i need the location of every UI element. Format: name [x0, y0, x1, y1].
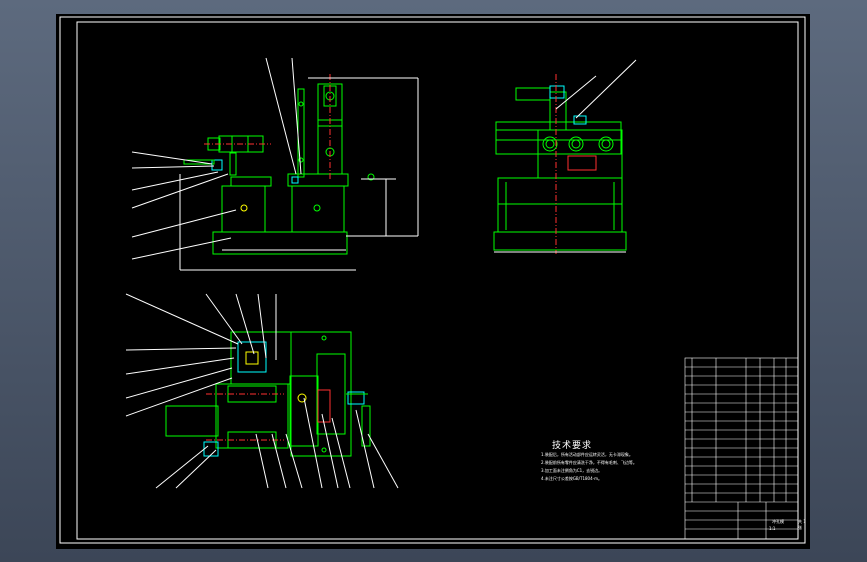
technical-requirements-title: 技术要求 — [552, 441, 593, 451]
technical-note: 4.未注尺寸公差按GB/T1804-m。 — [541, 476, 602, 481]
outer-frame — [59, 16, 806, 544]
right-block — [291, 185, 345, 233]
front-view — [131, 57, 419, 271]
base-plate — [212, 231, 348, 255]
title-block-sheet: 共 1 张 — [798, 519, 806, 530]
cad-viewport[interactable]: 技术要求 1.装配后，所有活动部件应运转灵活，无卡滞现象。 2.装配前所有零件应… — [56, 14, 810, 549]
technical-note: 1.装配后，所有活动部件应运转灵活，无卡滞现象。 — [541, 452, 633, 457]
left-block — [221, 185, 266, 233]
side-view — [493, 59, 637, 254]
title-block — [684, 357, 799, 540]
technical-note: 3.加工面未注倒角为C1，去锐边。 — [541, 468, 603, 473]
drawing-canvas — [59, 16, 806, 544]
top-view — [125, 293, 399, 489]
title-block-drawing-name: 冲孔模 — [772, 519, 784, 524]
inner-frame — [76, 21, 799, 540]
title-block-scale: 1:1 — [769, 526, 776, 531]
technical-note: 2.装配前所有零件应清洗干净，不得有毛刺、飞边等。 — [541, 460, 637, 465]
